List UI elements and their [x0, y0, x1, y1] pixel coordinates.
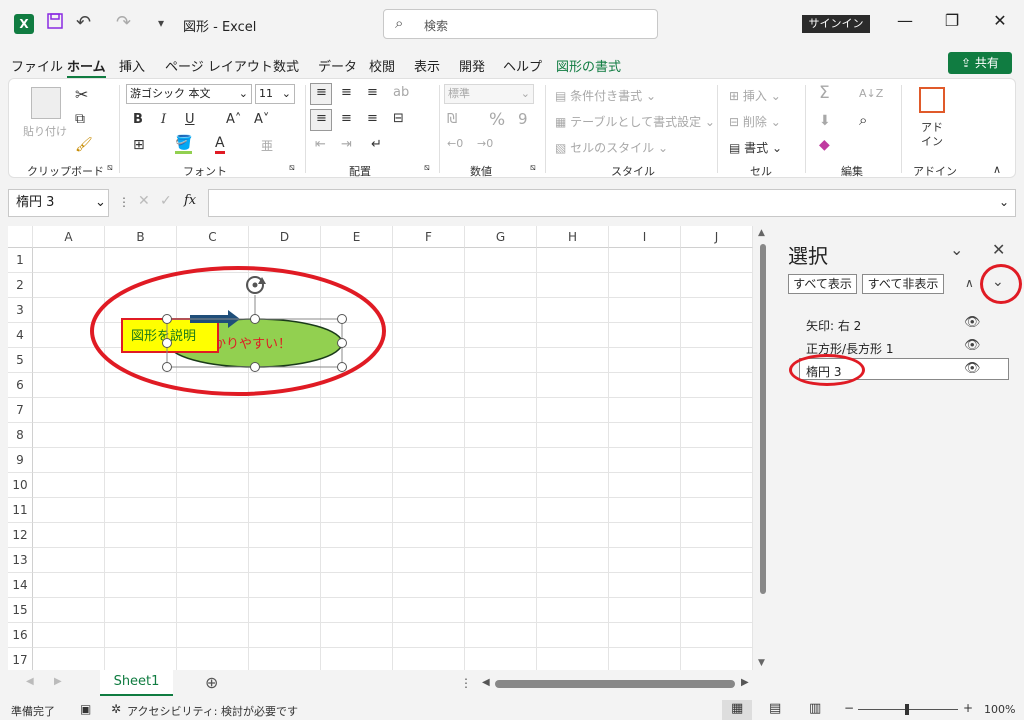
share-button[interactable]: ⇪ 共有	[948, 52, 1012, 74]
page-layout-view-icon[interactable]: ▤	[769, 701, 781, 716]
pane-options-icon[interactable]: ⌄	[950, 240, 963, 259]
annotation-circle	[980, 264, 1022, 304]
signin-button[interactable]: サインイン	[802, 15, 870, 33]
accessibility-icon[interactable]: ✲	[111, 702, 121, 716]
sheet-tab-bar: ◀ ▶ Sheet1 ⊕ ⋮ ◀ ▶	[0, 670, 756, 698]
add-sheet-icon[interactable]: ⊕	[205, 673, 218, 692]
more-icon: ⋮	[460, 676, 472, 690]
scroll-down-icon[interactable]: ▼	[758, 658, 765, 668]
status-bar: 準備完了 ▣ ✲ アクセシビリティ: 検討が必要です ▦ ▤ ▥ − + 100…	[0, 700, 1024, 720]
clear-icon[interactable]: ◆	[819, 137, 830, 153]
share-icon: ⇪	[961, 56, 975, 70]
divider	[805, 85, 806, 173]
collapse-ribbon-icon[interactable]: ∧	[993, 163, 1001, 176]
macro-record-icon[interactable]: ▣	[80, 702, 91, 716]
autosum-icon[interactable]: Σ	[819, 83, 830, 103]
selection-pane-title: 選択	[788, 244, 828, 268]
addins-icon[interactable]	[919, 87, 945, 113]
scroll-left-icon[interactable]: ◀	[482, 677, 490, 688]
addins-group-label: アドイン	[913, 165, 957, 178]
divider	[901, 85, 902, 173]
sheet-tab[interactable]: Sheet1	[100, 670, 173, 696]
sort-filter-icon[interactable]: A↓Z	[859, 87, 883, 100]
zoom-level[interactable]: 100%	[984, 703, 1015, 716]
scroll-right-icon[interactable]: ▶	[741, 677, 749, 688]
hide-all-button[interactable]: すべて非表示	[862, 274, 944, 294]
zoom-slider-thumb[interactable]	[905, 704, 909, 715]
editing-group-label: 編集	[841, 165, 863, 178]
rotate-handle-icon[interactable]	[246, 276, 266, 294]
vertical-scroll-thumb[interactable]	[760, 244, 766, 594]
annotation-circle	[789, 354, 865, 386]
selection-item[interactable]: 矢印: 右 2	[806, 317, 861, 334]
minimize-button[interactable]: —	[890, 11, 920, 35]
accessibility-status[interactable]: アクセシビリティ: 検討が必要です	[127, 703, 298, 719]
vertical-scrollbar[interactable]: ▲ ▼	[756, 226, 770, 670]
eye-icon[interactable]: 👁	[964, 361, 981, 376]
addins-label[interactable]: アド イン	[921, 121, 943, 149]
bring-forward-icon[interactable]: ∧	[965, 276, 974, 290]
share-label: 共有	[974, 56, 999, 70]
ready-status: 準備完了	[11, 705, 55, 718]
find-select-icon[interactable]: ⌕	[859, 111, 867, 129]
scroll-up-icon[interactable]: ▲	[758, 228, 765, 238]
chevron-down-icon[interactable]: ⌄	[999, 195, 1009, 209]
fill-icon[interactable]: ⬇	[819, 113, 831, 129]
next-sheet-icon[interactable]: ▶	[54, 676, 62, 687]
close-pane-icon[interactable]: ✕	[992, 240, 1005, 259]
show-all-button[interactable]: すべて表示	[788, 274, 857, 294]
prev-sheet-icon[interactable]: ◀	[26, 676, 34, 687]
page-break-view-icon[interactable]: ▥	[809, 701, 821, 716]
eye-icon[interactable]: 👁	[964, 338, 981, 353]
eye-icon[interactable]: 👁	[964, 315, 981, 330]
horizontal-scroll-thumb[interactable]	[495, 680, 735, 688]
close-window-button[interactable]: ✕	[985, 11, 1015, 35]
restore-button[interactable]: ❐	[937, 11, 967, 35]
shapes-layer: わかりやすい！ 図形を説明	[90, 266, 386, 396]
selection-pane: 選択 ⌄ ✕ すべて表示 すべて非表示 ∧ ⌄ 矢印: 右 2 👁 正方形/長方…	[776, 226, 1024, 700]
zoom-in-icon[interactable]: +	[963, 701, 973, 715]
normal-view-icon: ▦	[731, 701, 744, 716]
zoom-out-icon[interactable]: −	[844, 701, 854, 715]
